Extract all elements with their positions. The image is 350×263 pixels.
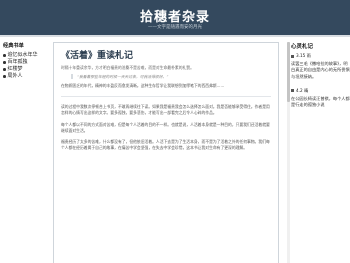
scrollbar[interactable] — [287, 42, 290, 263]
book-list-item[interactable]: 红楼梦 — [3, 66, 51, 73]
note-text: 在公园长椅读汪曾祺，每个人都是行走的孤独小说 — [291, 95, 350, 108]
note-date: 4.2 晴 — [291, 88, 350, 94]
scrollbar-thumb[interactable] — [287, 42, 290, 102]
book-list-title: 经典书单 — [3, 43, 24, 49]
book-list-item-label: 追忆似水年华 — [7, 52, 38, 58]
book-list-item[interactable]: 百年孤独 — [3, 59, 51, 66]
left-sidebar: 经典书单 追忆似水年华 百年孤独 红楼梦 局外人 — [3, 42, 51, 80]
site-header: 拾穗者杂录 ——文字是随遇而安的月光 — [0, 0, 350, 35]
book-list-item[interactable]: 局外人 — [3, 73, 51, 80]
book-list-item-label: 局外人 — [7, 73, 23, 79]
header-divider — [0, 35, 350, 37]
note-date: 3.15 雨 — [291, 53, 350, 59]
site-tagline: ——文字是随遇而安的月光 — [148, 25, 202, 30]
article-paragraph: 每个人都以不同的方式面对苦难，但是每个人活着的目的不一样。也就是说，人活着本身就… — [61, 121, 270, 133]
article-paragraph: 福贵经历了太多的苦难，什么都没有了，但他依旧活着。人活下去是为了生活本身，而不是… — [61, 139, 270, 151]
right-sidebar: 心灵札记 3.15 雨 读罢三毛《撒哈拉的故事》，明白真正的自由是内心的无所畏惧… — [291, 42, 350, 116]
article-intro: 时隔十年重读余华，方才明白福贵的沧桑不是苦难，而是对生命最朴素的礼赞。 — [61, 65, 194, 70]
article-quote: “我看着那些年轻的时候一天天过去，可我活得很好。” — [71, 74, 265, 79]
bullet-icon — [3, 68, 6, 71]
article-divider — [61, 96, 271, 98]
note-date-label: 3.15 雨 — [296, 53, 311, 58]
bullet-icon — [3, 75, 6, 78]
article-paragraph: 在物质匮乏的年代，精神的丰盈反而愈发清晰。这种生存哲学让我联想到加缪笔下的西西弗… — [61, 83, 225, 88]
calendar-icon — [291, 89, 294, 93]
calendar-icon — [291, 54, 294, 58]
book-list-item[interactable]: 追忆似水年华 — [3, 52, 51, 59]
article-title: 《活着》重读札记 — [61, 51, 134, 61]
note-date-label: 4.2 晴 — [296, 87, 309, 93]
article-paragraph: 读的过程中我数次停顿合上书页，不敢再继续往下读。如果我是福贵我会怎么选择怎么面对… — [61, 104, 270, 116]
book-list-item-label: 百年孤独 — [7, 59, 28, 65]
bullet-icon — [3, 61, 6, 64]
article-panel: 《活着》重读札记 时隔十年重读余华，方才明白福贵的沧桑不是苦难，而是对生命最朴素… — [53, 42, 279, 263]
notes-title: 心灵札记 — [291, 44, 314, 50]
bullet-icon — [3, 54, 6, 57]
book-list-item-label: 红楼梦 — [7, 66, 23, 72]
site-title[interactable]: 拾穗者杂录 — [0, 6, 350, 25]
note-text: 读罢三毛《撒哈拉的故事》，明白真正的自由是内心的无所畏惧与坦然接纳。 — [291, 61, 350, 79]
